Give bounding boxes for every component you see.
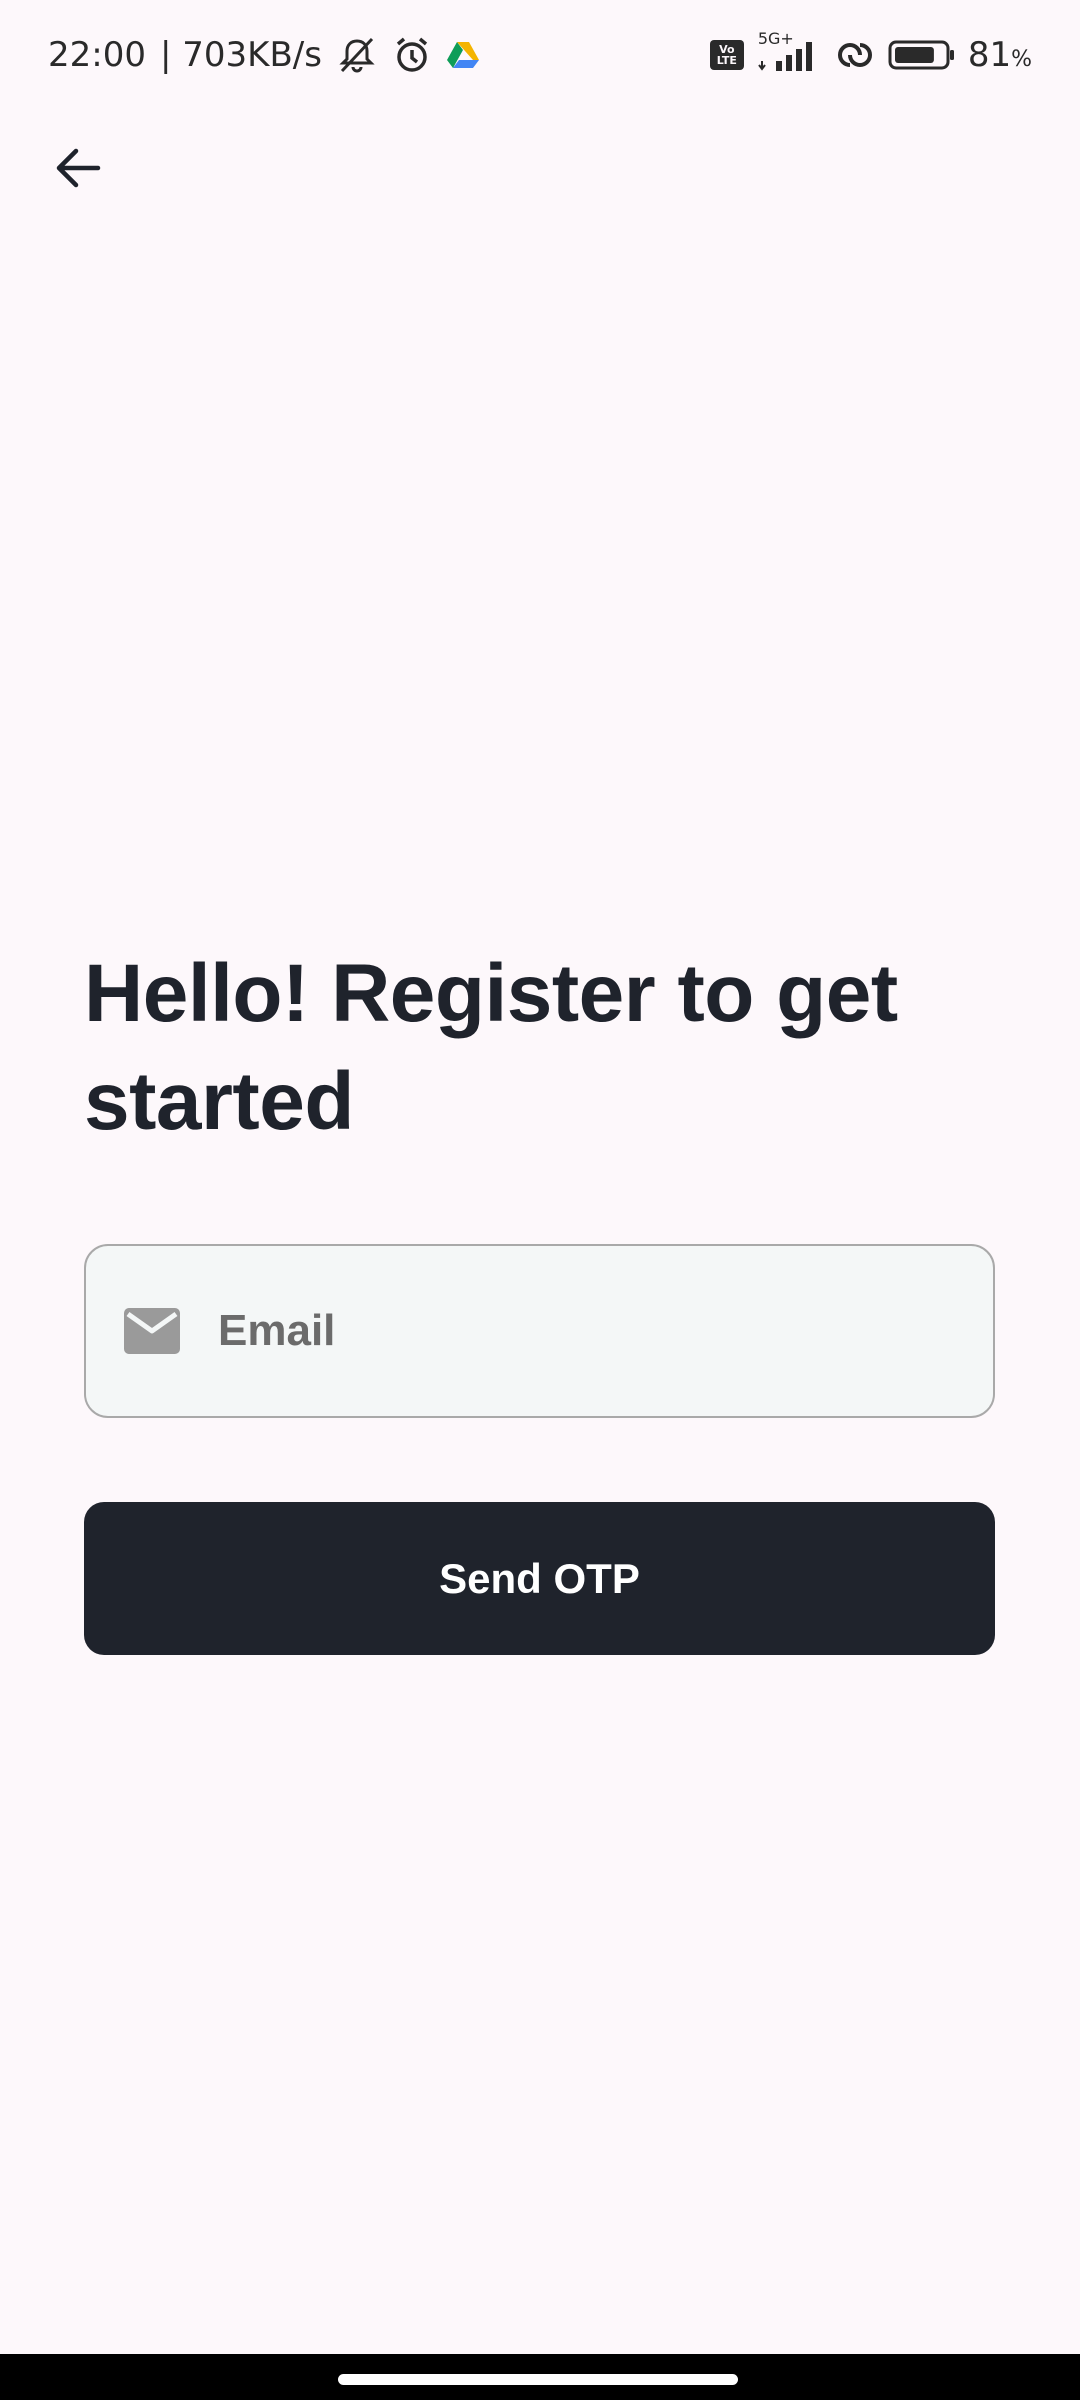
- status-time: 22:00: [48, 35, 146, 75]
- volte-bottom-label: LTE: [716, 54, 737, 67]
- status-bar: 22:00 | 703KB/s Vo LTE 5G+ 81%: [0, 0, 1080, 110]
- network-speed: | 703KB/s: [159, 35, 322, 75]
- signal-icon: 5G+: [756, 31, 822, 73]
- status-right: Vo LTE 5G+ 81%: [709, 31, 1032, 75]
- navigation-bar: [0, 2354, 1080, 2400]
- battery-percent-value: 81: [967, 35, 1012, 75]
- battery-icon: [888, 39, 956, 71]
- page-title: Hello! Register to get started: [84, 948, 898, 1147]
- alarm-icon: [392, 35, 432, 75]
- hotspot-icon: [834, 37, 876, 73]
- battery-percent-unit: %: [1011, 47, 1032, 72]
- arrow-left-icon: [52, 142, 104, 194]
- battery-percent: 81%: [968, 35, 1032, 75]
- network-type: 5G+: [757, 29, 794, 48]
- email-input[interactable]: [218, 1246, 993, 1416]
- status-left: 22:00 | 703KB/s: [48, 35, 480, 75]
- mail-icon: [124, 1308, 180, 1354]
- register-screen: 22:00 | 703KB/s Vo LTE 5G+ 81% Hello! Re…: [0, 0, 1080, 2400]
- drive-icon: [446, 40, 480, 70]
- home-indicator[interactable]: [338, 2374, 738, 2385]
- muted-bell-icon: [336, 35, 378, 75]
- send-otp-button[interactable]: Send OTP: [84, 1502, 995, 1655]
- email-field[interactable]: [84, 1244, 995, 1418]
- volte-icon: Vo LTE: [709, 40, 744, 70]
- back-button[interactable]: [40, 130, 116, 206]
